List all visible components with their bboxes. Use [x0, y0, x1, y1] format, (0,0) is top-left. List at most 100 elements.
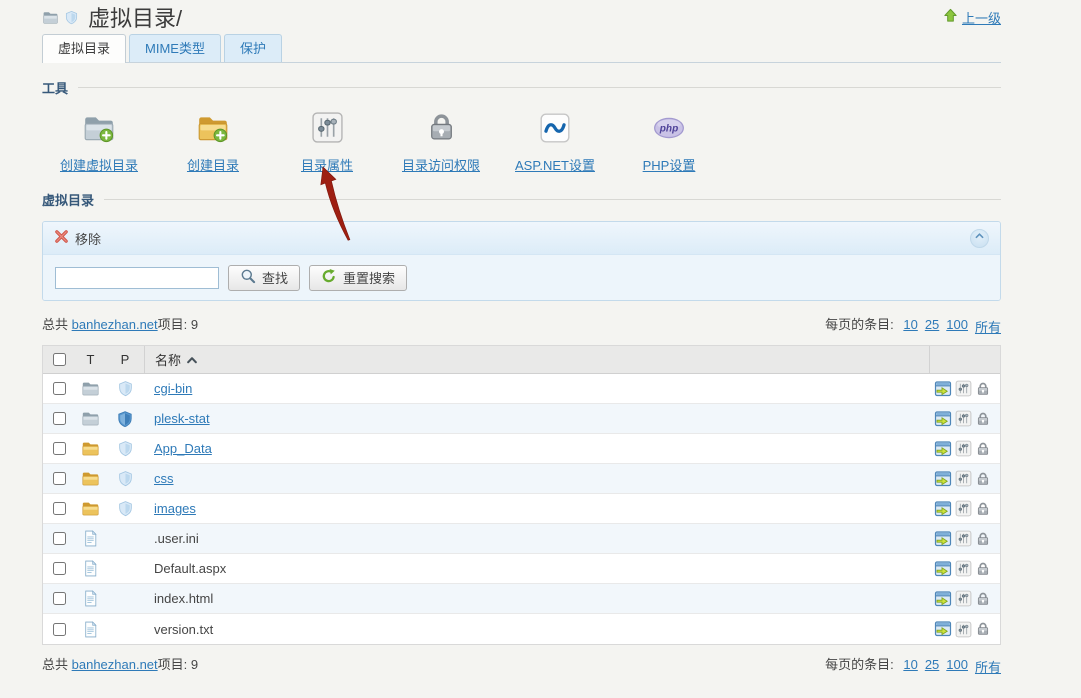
per-page-control: 每页的条目: 10 25 100 所有 [825, 654, 1001, 676]
table-row: cgi-bin [43, 374, 1000, 404]
directory-permissions-icon[interactable] [975, 501, 991, 517]
folder-yellow-icon [75, 439, 106, 458]
directory-properties-icon[interactable] [955, 500, 972, 517]
directory-permissions-icon[interactable] [975, 381, 991, 397]
tool-label-directory-properties[interactable]: 目录属性 [301, 155, 353, 174]
page: php [0, 0, 1081, 698]
open-directory-icon[interactable] [934, 620, 952, 638]
directory-permissions-icon[interactable] [975, 471, 991, 487]
sliders-icon [311, 111, 344, 149]
tool-label-create-directory[interactable]: 创建目录 [187, 155, 239, 174]
folder-gray-icon [75, 409, 106, 428]
row-name-link[interactable]: App_Data [154, 441, 212, 456]
row-name-link[interactable]: images [154, 501, 196, 516]
per-page-25[interactable]: 25 [925, 657, 939, 676]
tool-create-virtual-directory[interactable]: 创建虚拟目录 [42, 111, 156, 174]
total-suffix: 项目: 9 [158, 317, 198, 332]
file-icon [75, 621, 106, 638]
table-row: .user.ini [43, 524, 1000, 554]
row-checkbox[interactable] [53, 592, 66, 605]
tool-php-settings[interactable]: PHP设置 [612, 111, 726, 174]
tool-label-aspnet-settings[interactable]: ASP.NET设置 [515, 155, 595, 174]
tool-create-directory[interactable]: 创建目录 [156, 111, 270, 174]
remove-button[interactable]: 移除 [54, 229, 101, 248]
per-page-25[interactable]: 25 [925, 317, 939, 336]
reset-search-button[interactable]: 重置搜索 [309, 265, 407, 291]
row-checkbox[interactable] [53, 382, 66, 395]
open-directory-icon[interactable] [934, 590, 952, 608]
table-row: css [43, 464, 1000, 494]
row-checkbox[interactable] [53, 562, 66, 575]
directory-properties-icon[interactable] [955, 621, 972, 638]
search-input[interactable] [55, 267, 219, 289]
column-name-sort[interactable]: 名称 [144, 346, 929, 373]
row-checkbox[interactable] [53, 442, 66, 455]
row-name-link[interactable]: plesk-stat [154, 411, 210, 426]
open-directory-icon[interactable] [934, 500, 952, 518]
open-directory-icon[interactable] [934, 440, 952, 458]
open-directory-icon[interactable] [934, 530, 952, 548]
per-page-all[interactable]: 所有 [975, 317, 1001, 336]
list-section-header: 虚拟目录 [42, 190, 1001, 209]
tool-directory-access-permissions[interactable]: 目录访问权限 [384, 111, 498, 174]
virtual-folder-add-icon [82, 111, 116, 149]
domain-link[interactable]: banhezhan.net [72, 317, 158, 332]
tab-virtual-directories[interactable]: 虚拟目录 [42, 34, 126, 63]
row-name-link[interactable]: css [154, 471, 174, 486]
directory-properties-icon[interactable] [955, 410, 972, 427]
sort-asc-icon [187, 352, 197, 367]
directory-properties-icon[interactable] [955, 440, 972, 457]
per-page-100[interactable]: 100 [946, 657, 968, 676]
directory-properties-icon[interactable] [955, 530, 972, 547]
file-icon [75, 590, 106, 607]
open-directory-icon[interactable] [934, 410, 952, 428]
directory-properties-icon[interactable] [955, 590, 972, 607]
per-page-label: 每页的条目: [825, 317, 894, 332]
per-page-10[interactable]: 10 [903, 657, 917, 676]
find-button[interactable]: 查找 [228, 265, 300, 291]
domain-link[interactable]: banhezhan.net [72, 657, 158, 672]
tab-bar: 虚拟目录 MIME类型 保护 [42, 34, 1001, 63]
shield-icon [64, 10, 79, 25]
collapse-toolbar-button[interactable] [970, 229, 989, 248]
directory-permissions-icon[interactable] [975, 561, 991, 577]
row-checkbox[interactable] [53, 532, 66, 545]
up-level-label: 上一级 [962, 8, 1001, 27]
directory-permissions-icon[interactable] [975, 591, 991, 607]
per-page-all[interactable]: 所有 [975, 657, 1001, 676]
row-name-link[interactable]: cgi-bin [154, 381, 192, 396]
tab-mime-types[interactable]: MIME类型 [129, 34, 221, 62]
reset-icon [321, 268, 337, 287]
row-checkbox[interactable] [53, 412, 66, 425]
tab-protection[interactable]: 保护 [224, 34, 282, 62]
tool-directory-properties[interactable]: 目录属性 [270, 111, 384, 174]
select-all-checkbox[interactable] [53, 353, 66, 366]
shield-pale-icon [106, 500, 144, 517]
row-checkbox[interactable] [53, 502, 66, 515]
row-name: version.txt [154, 622, 213, 637]
row-checkbox[interactable] [53, 472, 66, 485]
directory-properties-icon[interactable] [955, 560, 972, 577]
total-count: 总共 banhezhan.net项目: 9 [42, 654, 198, 676]
up-level-link[interactable]: 上一级 [943, 8, 1001, 27]
tool-label-directory-access-permissions[interactable]: 目录访问权限 [402, 155, 480, 174]
per-page-10[interactable]: 10 [903, 317, 917, 336]
directory-permissions-icon[interactable] [975, 531, 991, 547]
directory-permissions-icon[interactable] [975, 441, 991, 457]
directory-permissions-icon[interactable] [975, 411, 991, 427]
per-page-100[interactable]: 100 [946, 317, 968, 336]
tool-label-create-virtual-directory[interactable]: 创建虚拟目录 [60, 155, 138, 174]
open-directory-icon[interactable] [934, 380, 952, 398]
tool-aspnet-settings[interactable]: ASP.NET设置 [498, 111, 612, 174]
file-icon [75, 560, 106, 577]
directory-properties-icon[interactable] [955, 380, 972, 397]
pagination-bottom: 总共 banhezhan.net项目: 9 每页的条目: 10 25 100 所… [42, 654, 1001, 676]
tool-label-php-settings[interactable]: PHP设置 [643, 155, 696, 174]
open-directory-icon[interactable] [934, 470, 952, 488]
list-toolbar: 移除 [43, 222, 1000, 255]
table-row: plesk-stat [43, 404, 1000, 434]
directory-permissions-icon[interactable] [975, 621, 991, 637]
open-directory-icon[interactable] [934, 560, 952, 578]
directory-properties-icon[interactable] [955, 470, 972, 487]
row-checkbox[interactable] [53, 623, 66, 636]
